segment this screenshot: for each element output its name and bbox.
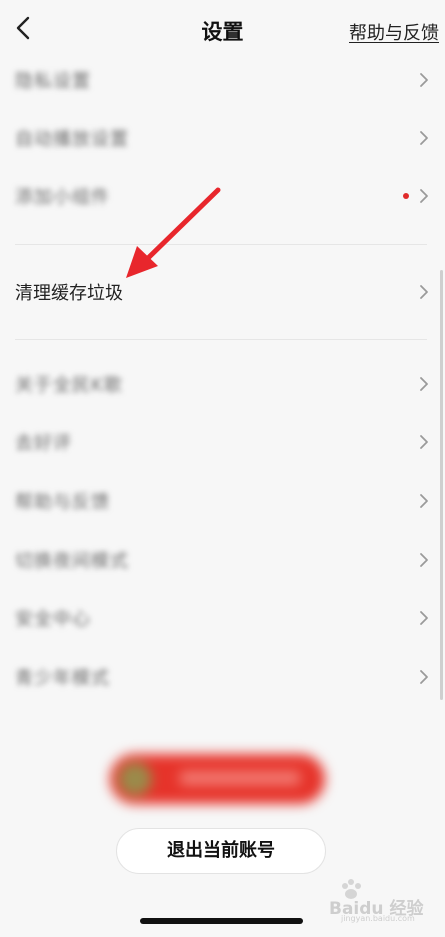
chevron-right-icon xyxy=(420,670,428,684)
chevron-right-icon xyxy=(420,131,428,145)
settings-row-label: 隐私设置 xyxy=(15,71,91,92)
chevron-right-icon xyxy=(420,189,428,203)
settings-row-rate[interactable]: 去好评 xyxy=(0,413,445,471)
settings-row-help[interactable]: 帮助与反馈 xyxy=(0,472,445,530)
group-divider xyxy=(15,339,427,340)
settings-row-label: 清理缓存垃圾 xyxy=(15,283,123,304)
baidu-watermark: Baidu 经验 jingyan.baidu.com xyxy=(329,879,437,924)
scrollbar[interactable] xyxy=(440,270,443,700)
chevron-right-icon xyxy=(420,435,428,449)
settings-row-clear-cache[interactable]: 清理缓存垃圾 xyxy=(0,263,445,321)
promo-text-placeholder xyxy=(180,771,300,785)
settings-row-label: 青少年模式 xyxy=(15,668,110,689)
settings-row-security[interactable]: 安全中心 xyxy=(0,589,445,647)
chevron-right-icon xyxy=(420,611,428,625)
watermark-url: jingyan.baidu.com xyxy=(341,914,415,923)
chevron-right-icon xyxy=(420,73,428,87)
settings-row-add-widget[interactable]: 添加小组件 xyxy=(0,167,445,225)
settings-row-night-mode[interactable]: 切换夜间模式 xyxy=(0,531,445,589)
logout-button[interactable]: 退出当前账号 xyxy=(116,828,326,874)
settings-row-label: 去好评 xyxy=(15,433,72,454)
group-divider xyxy=(15,244,427,245)
chevron-right-icon xyxy=(420,377,428,391)
chevron-right-icon xyxy=(420,285,428,299)
nav-bar: 设置 帮助与反馈 xyxy=(0,0,445,58)
settings-row-teen-mode[interactable]: 青少年模式 xyxy=(0,648,445,706)
settings-row-label: 切换夜间模式 xyxy=(15,551,129,572)
settings-row-label: 关于全民K歌 xyxy=(15,375,123,396)
settings-row-label: 帮助与反馈 xyxy=(15,492,110,513)
avatar xyxy=(118,762,152,796)
chevron-right-icon xyxy=(420,494,428,508)
settings-row-label: 添加小组件 xyxy=(15,187,110,208)
settings-row-privacy[interactable]: 隐私设置 xyxy=(0,51,445,109)
red-dot-badge xyxy=(403,193,409,199)
settings-row-label: 自动播放设置 xyxy=(15,129,129,150)
settings-screen: 设置 帮助与反馈 隐私设置 自动播放设置 添加小组件 清理缓存垃圾 关于全民K歌… xyxy=(0,0,445,937)
settings-row-about[interactable]: 关于全民K歌 xyxy=(0,355,445,413)
home-indicator[interactable] xyxy=(140,918,303,924)
settings-row-autoplay[interactable]: 自动播放设置 xyxy=(0,109,445,167)
settings-row-label: 安全中心 xyxy=(15,609,91,630)
promo-banner[interactable] xyxy=(110,754,325,804)
help-feedback-link[interactable]: 帮助与反馈 xyxy=(349,19,439,45)
chevron-right-icon xyxy=(420,553,428,567)
